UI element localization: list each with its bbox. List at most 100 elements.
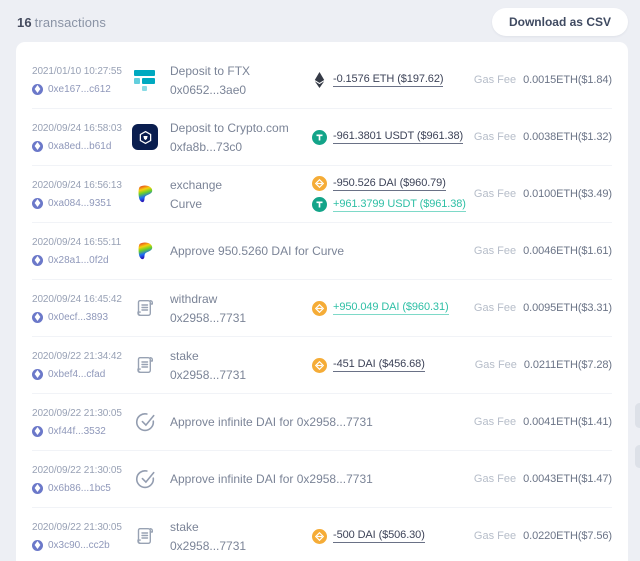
when-cell: 2021/01/10 10:27:55 0xe167...c612 xyxy=(32,66,132,95)
amount-link[interactable]: +961.3799 USDT ($961.38) xyxy=(312,197,474,212)
scrollbar-thumb[interactable] xyxy=(635,403,640,428)
transaction-row[interactable]: 2020/09/24 16:55:11 0x28a1...0f2d xyxy=(32,223,612,280)
amount-link[interactable]: -0.1576 ETH ($197.62) xyxy=(312,73,474,88)
action-title: Approve infinite DAI for 0x2958...7731 xyxy=(170,415,373,429)
when-cell: 2020/09/22 21:34:42 0xbef4...cfad xyxy=(32,351,132,380)
when-cell: 2020/09/24 16:55:11 0x28a1...0f2d xyxy=(32,237,132,266)
gas-fee-value: 0.0100ETH($3.49) xyxy=(523,188,612,200)
approve-check-icon xyxy=(132,466,158,492)
when-cell: 2020/09/22 21:30:05 0xf44f...3532 xyxy=(32,408,132,437)
gas-fee-label: Gas Fee xyxy=(475,359,517,371)
transaction-row[interactable]: 2021/01/10 10:27:55 0xe167...c612 Deposi… xyxy=(32,52,612,109)
transaction-hash[interactable]: 0xa084...9351 xyxy=(32,198,132,209)
amount-text: +950.049 DAI ($960.31) xyxy=(333,301,449,315)
ethereum-network-icon xyxy=(32,84,43,95)
action-subtitle[interactable]: 0xfa8b...73c0 xyxy=(170,140,289,154)
header: 16transactions Download as CSV xyxy=(0,0,640,42)
action-text: Deposit to Crypto.com 0xfa8b...73c0 xyxy=(170,121,289,154)
download-csv-button[interactable]: Download as CSV xyxy=(492,8,628,36)
ethereum-network-icon xyxy=(32,198,43,209)
action-text: Deposit to FTX 0x0652...3ae0 xyxy=(170,64,250,97)
ethereum-network-icon xyxy=(32,312,43,323)
action-cell: stake 0x2958...7731 xyxy=(132,349,312,382)
action-subtitle[interactable]: 0x2958...7731 xyxy=(170,368,246,382)
ethereum-network-icon xyxy=(32,369,43,380)
amount-text: -0.1576 ETH ($197.62) xyxy=(333,73,443,87)
gas-fee-value: 0.0220ETH($7.56) xyxy=(523,530,612,542)
gas-cell: Gas Fee 0.0043ETH($1.47) xyxy=(474,473,612,485)
transaction-date: 2020/09/22 21:30:05 xyxy=(32,408,132,419)
transaction-row[interactable]: 2020/09/22 21:30:05 0x3c90...cc2b xyxy=(32,508,612,561)
ethereum-network-icon xyxy=(32,426,43,437)
transaction-hash[interactable]: 0x6b86...1bc5 xyxy=(32,483,132,494)
action-cell: withdraw 0x2958...7731 xyxy=(132,292,312,325)
gas-fee-label: Gas Fee xyxy=(474,530,516,542)
gas-fee-label: Gas Fee xyxy=(474,188,516,200)
transaction-date: 2020/09/22 21:30:05 xyxy=(32,522,132,533)
transaction-hash[interactable]: 0x28a1...0f2d xyxy=(32,255,132,266)
gas-fee-label: Gas Fee xyxy=(474,473,516,485)
amount-cell: -961.3801 USDT ($961.38) xyxy=(312,130,474,145)
when-cell: 2020/09/22 21:30:05 0x3c90...cc2b xyxy=(32,522,132,551)
transaction-hash-text: 0xa8ed...b61d xyxy=(48,141,111,152)
amount-cell: +950.049 DAI ($960.31) xyxy=(312,301,474,316)
transaction-hash[interactable]: 0xe167...c612 xyxy=(32,84,132,95)
dai-icon xyxy=(312,529,327,544)
transaction-hash-text: 0x6b86...1bc5 xyxy=(48,483,111,494)
transaction-row[interactable]: 2020/09/22 21:30:05 0xf44f...3532 Approv… xyxy=(32,394,612,451)
transaction-hash[interactable]: 0x3c90...cc2b xyxy=(32,540,132,551)
amount-text: +961.3799 USDT ($961.38) xyxy=(333,198,466,212)
transaction-row[interactable]: 2020/09/22 21:30:05 0x6b86...1bc5 Approv… xyxy=(32,451,612,508)
transaction-hash-text: 0xbef4...cfad xyxy=(48,369,105,380)
gas-fee-value: 0.0038ETH($1.32) xyxy=(523,131,612,143)
gas-cell: Gas Fee 0.0095ETH($3.31) xyxy=(474,302,612,314)
transactions-card: 2021/01/10 10:27:55 0xe167...c612 Deposi… xyxy=(16,42,628,561)
action-cell: Deposit to Crypto.com 0xfa8b...73c0 xyxy=(132,121,312,154)
amount-link[interactable]: -500 DAI ($506.30) xyxy=(312,529,474,544)
approve-check-icon xyxy=(132,409,158,435)
transaction-hash[interactable]: 0xbef4...cfad xyxy=(32,369,132,380)
eth-icon xyxy=(312,73,327,88)
dai-icon xyxy=(312,176,327,191)
transaction-hash[interactable]: 0xa8ed...b61d xyxy=(32,141,132,152)
transaction-hash-text: 0xa084...9351 xyxy=(48,198,111,209)
gas-fee-label: Gas Fee xyxy=(474,74,516,86)
transaction-count-label: transactions xyxy=(35,15,106,30)
transaction-date: 2021/01/10 10:27:55 xyxy=(32,66,132,77)
scrollbar-thumb[interactable] xyxy=(635,445,640,468)
action-subtitle[interactable]: Curve xyxy=(170,197,222,211)
amount-link[interactable]: +950.049 DAI ($960.31) xyxy=(312,301,474,316)
transaction-hash[interactable]: 0x0ecf...3893 xyxy=(32,312,132,323)
transaction-row[interactable]: 2020/09/24 16:45:42 0x0ecf...3893 xyxy=(32,280,612,337)
amount-text: -961.3801 USDT ($961.38) xyxy=(333,130,463,144)
transaction-date: 2020/09/22 21:34:42 xyxy=(32,351,132,362)
action-title: stake xyxy=(170,520,246,534)
action-text: Approve infinite DAI for 0x2958...7731 xyxy=(170,472,373,486)
dai-icon xyxy=(312,358,327,373)
amount-link[interactable]: -950.526 DAI ($960.79) xyxy=(312,176,474,191)
action-text: Approve infinite DAI for 0x2958...7731 xyxy=(170,415,373,429)
ethereum-network-icon xyxy=(32,483,43,494)
transaction-hash[interactable]: 0xf44f...3532 xyxy=(32,426,132,437)
ethereum-network-icon xyxy=(32,255,43,266)
transaction-date: 2020/09/24 16:45:42 xyxy=(32,294,132,305)
amount-link[interactable]: -961.3801 USDT ($961.38) xyxy=(312,130,474,145)
transaction-hash-text: 0x28a1...0f2d xyxy=(48,255,109,266)
transaction-row[interactable]: 2020/09/24 16:58:03 0xa8ed...b61d Deposi… xyxy=(32,109,612,166)
gas-cell: Gas Fee 0.0220ETH($7.56) xyxy=(474,530,612,542)
transaction-row[interactable]: 2020/09/24 16:56:13 0xa084...9351 xyxy=(32,166,612,223)
transaction-row[interactable]: 2020/09/22 21:34:42 0xbef4...cfad xyxy=(32,337,612,394)
transaction-date: 2020/09/24 16:56:13 xyxy=(32,180,132,191)
action-subtitle[interactable]: 0x2958...7731 xyxy=(170,539,246,553)
action-subtitle[interactable]: 0x0652...3ae0 xyxy=(170,83,250,97)
contract-icon xyxy=(132,523,158,549)
contract-icon xyxy=(132,352,158,378)
action-cell: exchange Curve xyxy=(132,178,312,211)
gas-cell: Gas Fee 0.0015ETH($1.84) xyxy=(474,74,612,86)
ethereum-network-icon xyxy=(32,540,43,551)
action-title: Approve 950.5260 DAI for Curve xyxy=(170,244,344,258)
amount-link[interactable]: -451 DAI ($456.68) xyxy=(312,358,475,373)
action-subtitle[interactable]: 0x2958...7731 xyxy=(170,311,246,325)
gas-cell: Gas Fee 0.0211ETH($7.28) xyxy=(475,359,612,371)
action-title: stake xyxy=(170,349,246,363)
